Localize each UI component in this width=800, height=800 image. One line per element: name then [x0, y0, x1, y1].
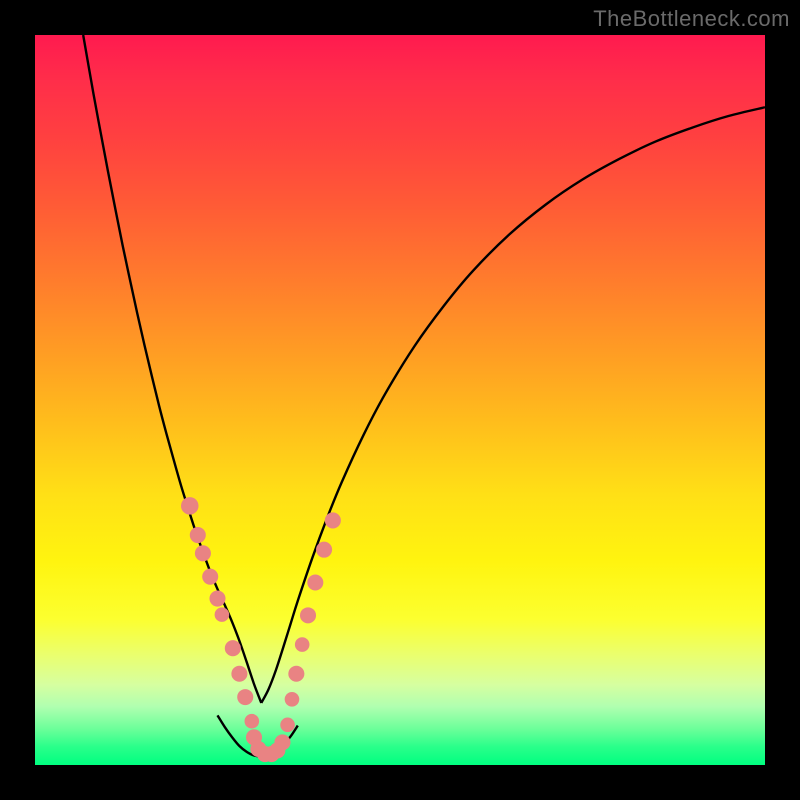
data-marker [280, 718, 295, 733]
data-marker [288, 666, 304, 682]
data-marker [195, 545, 211, 561]
data-marker [215, 607, 230, 622]
curve-right-arm [261, 107, 765, 703]
curve-left-arm [83, 35, 261, 703]
data-marker [225, 640, 241, 656]
data-marker [274, 734, 290, 750]
data-marker [181, 497, 199, 515]
data-marker [237, 689, 253, 705]
chart-frame: TheBottleneck.com [0, 0, 800, 800]
data-marker [202, 569, 218, 585]
data-marker [300, 607, 316, 623]
data-marker [231, 666, 247, 682]
data-marker [325, 512, 341, 528]
data-marker [245, 714, 260, 729]
data-marker [285, 692, 300, 707]
watermark-text: TheBottleneck.com [593, 6, 790, 32]
data-marker [209, 591, 225, 607]
data-marker [307, 574, 323, 590]
data-marker [190, 527, 206, 543]
marker-group [181, 497, 341, 762]
data-marker [295, 637, 310, 652]
data-marker [316, 542, 332, 558]
chart-svg [35, 35, 765, 765]
plot-area [35, 35, 765, 765]
